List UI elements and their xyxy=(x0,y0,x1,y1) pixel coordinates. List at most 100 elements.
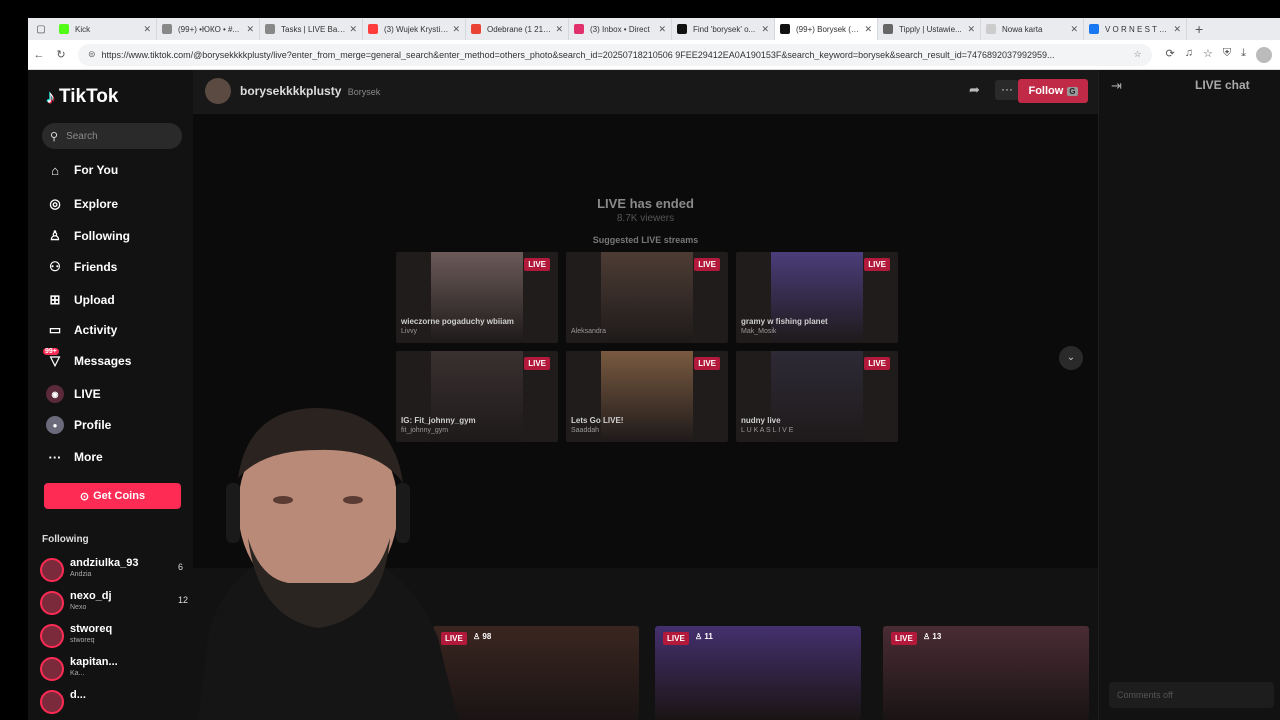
close-icon[interactable]: ✕ xyxy=(452,24,460,35)
tab-title: Find 'borysek' o... xyxy=(693,24,756,34)
browser-profile-avatar[interactable] xyxy=(1256,46,1272,63)
extensions-icon[interactable]: ⟳ xyxy=(1166,47,1175,63)
nav-item-activity[interactable]: ▭ Activity xyxy=(46,320,118,340)
close-icon[interactable]: ✕ xyxy=(143,24,151,35)
following-subtitle: stworeq xyxy=(70,637,95,644)
nav-item-live[interactable]: ◉ LIVE xyxy=(46,384,101,404)
reload-icon[interactable]: ↻ xyxy=(50,48,72,61)
live-tag: LIVE xyxy=(524,357,550,370)
stream-thumbnail xyxy=(771,252,863,343)
tiktok-logo[interactable]: ♪ TikTok xyxy=(46,86,118,108)
browser-tab[interactable]: Kick ✕ xyxy=(54,18,157,40)
follow-button[interactable]: Follow G xyxy=(1018,79,1088,103)
url-field[interactable]: ⊜ https://www.tiktok.com/@borysekkkkplus… xyxy=(78,43,1152,66)
back-icon[interactable]: ← xyxy=(28,49,50,61)
collapse-chat-icon[interactable]: ⇥ xyxy=(1111,78,1122,94)
tab-title: (99+) Borysek (@... xyxy=(796,24,861,34)
browser-tab[interactable]: Find 'borysek' o... ✕ xyxy=(672,18,775,40)
tab-title: V O R N E S T (@... xyxy=(1105,24,1170,34)
search-icon: ⚲ xyxy=(50,130,59,143)
live-ended-title: LIVE has ended xyxy=(597,196,694,211)
upload-icon: ⊞ xyxy=(49,292,61,307)
suggested-live-card[interactable]: LIVE gramy w fishing planet Mak_Mosik xyxy=(736,252,898,343)
stream-user: Mak_Mosik xyxy=(741,328,777,335)
live-card[interactable]: LIVE ♙ 13 xyxy=(883,626,1089,720)
browser-tab[interactable]: Tasks | LIVE Back... ✕ xyxy=(260,18,363,40)
chevron-down-icon[interactable]: ⌄ xyxy=(1059,346,1083,370)
close-icon[interactable]: ✕ xyxy=(246,24,254,35)
nav-item-for-you[interactable]: ⌂ For You xyxy=(46,160,118,180)
shield-icon[interactable]: ⛨ xyxy=(1223,47,1231,63)
live-tag: LIVE xyxy=(524,258,550,271)
close-icon[interactable]: ✕ xyxy=(864,24,872,35)
tab-title: (99+) •ЮКО • #... xyxy=(178,24,240,34)
close-icon[interactable]: ✕ xyxy=(967,24,975,35)
search-input[interactable]: ⚲ Search xyxy=(42,123,182,149)
new-tab-button[interactable]: + xyxy=(1195,21,1203,37)
tab-title: Tipply | Ustawie... xyxy=(899,24,962,34)
nav-item-profile[interactable]: ● Profile xyxy=(46,415,111,435)
browser-tab[interactable]: Tipply | Ustawie... ✕ xyxy=(878,18,981,40)
browser-tab[interactable]: (99+) •ЮКО • #... ✕ xyxy=(157,18,260,40)
close-icon[interactable]: ✕ xyxy=(761,24,769,35)
tab-title: (3) Inbox • Direct xyxy=(590,24,650,34)
tab-favicon-icon xyxy=(677,24,687,34)
live-card[interactable]: LIVE ♙ 11 xyxy=(655,626,861,720)
stream-thumbnail xyxy=(601,252,693,343)
close-icon[interactable]: ✕ xyxy=(349,24,357,35)
more-icon: ··· xyxy=(48,449,62,465)
tab-title: Kick xyxy=(75,24,91,34)
tab-favicon-icon xyxy=(986,24,996,34)
host-name[interactable]: borysekkkkplusty Borysek xyxy=(240,84,380,98)
download-icon[interactable]: ⤓ xyxy=(1241,47,1246,63)
nav-item-following[interactable]: ♙ Following xyxy=(46,226,130,246)
browser-tab[interactable]: Nowa karta ✕ xyxy=(981,18,1084,40)
browser-tab[interactable]: (3) Inbox • Direct ✕ xyxy=(569,18,672,40)
close-icon[interactable]: ✕ xyxy=(555,24,563,35)
sound-icon[interactable]: ♫ xyxy=(1185,47,1193,63)
close-icon[interactable]: ✕ xyxy=(1070,24,1078,35)
stream-user: Saaddah xyxy=(571,427,600,434)
following-name: d... xyxy=(70,689,86,701)
browser-tab[interactable]: (3) Wujek Krystia... ✕ xyxy=(363,18,466,40)
share-icon[interactable]: ➦ xyxy=(969,82,980,98)
nav-item-upload[interactable]: ⊞ Upload xyxy=(46,290,115,310)
close-icon[interactable]: ✕ xyxy=(658,24,666,35)
suggested-live-card[interactable]: LIVE nudny live L U K A S L I V E xyxy=(736,351,898,442)
nav-label: Upload xyxy=(74,293,115,307)
tab-actions-icon[interactable]: ▢ xyxy=(28,18,54,40)
nav-item-more[interactable]: ··· More xyxy=(46,447,103,467)
favorites-icon[interactable]: ☆ xyxy=(1203,47,1213,63)
more-options-button[interactable]: ··· xyxy=(995,80,1019,100)
browser-tab[interactable]: V O R N E S T (@... ✕ xyxy=(1084,18,1187,40)
close-icon[interactable]: ✕ xyxy=(1173,24,1181,35)
tab-strip: ▢ Kick ✕ (99+) •ЮКО • #... ✕ Tasks | LIVE Ba… xyxy=(28,18,1280,40)
browser-tab[interactable]: (99+) Borysek (@... ✕ xyxy=(775,18,878,40)
suggested-live-card[interactable]: LIVE Lets Go LIVE! Saaddah xyxy=(566,351,728,442)
nav-label: Profile xyxy=(74,418,112,432)
tab-title: Nowa karta xyxy=(1002,24,1043,34)
suggested-live-card[interactable]: LIVE Aleksandra xyxy=(566,252,728,343)
nav-item-messages[interactable]: ▽ 99+ Messages xyxy=(43,348,131,371)
compass-icon: ◎ xyxy=(49,196,61,211)
viewer-count: ♙ 13 xyxy=(923,632,941,641)
tab-favicon-icon xyxy=(780,24,790,34)
suggested-live-card[interactable]: LIVE wieczorne pogaduchy wbiiam Livvy xyxy=(396,252,558,343)
nav-item-explore[interactable]: ◎ Explore xyxy=(46,194,118,214)
stream-user: L U K A S L I V E xyxy=(741,427,794,434)
home-icon: ⌂ xyxy=(51,162,59,178)
messages-badge: 99+ xyxy=(43,348,59,355)
nav-label: LIVE xyxy=(74,387,101,401)
host-avatar[interactable] xyxy=(205,78,231,104)
stream-title: Lets Go LIVE! xyxy=(571,416,624,425)
site-info-icon[interactable]: ⊜ xyxy=(88,49,96,60)
following-name: stworeq xyxy=(70,623,113,635)
nav-label: Following xyxy=(74,229,130,243)
browser-tab[interactable]: Odebrane (1 215... ✕ xyxy=(466,18,569,40)
tab-favicon-icon xyxy=(471,24,481,34)
nav-item-friends[interactable]: ⚇ Friends xyxy=(46,257,117,277)
star-icon[interactable]: ☆ xyxy=(1133,49,1141,60)
live-header: borysekkkkplusty Borysek ➦ ··· Follow G xyxy=(193,70,1098,114)
avatar xyxy=(40,624,64,648)
live-chat-title: LIVE chat xyxy=(1195,78,1250,92)
